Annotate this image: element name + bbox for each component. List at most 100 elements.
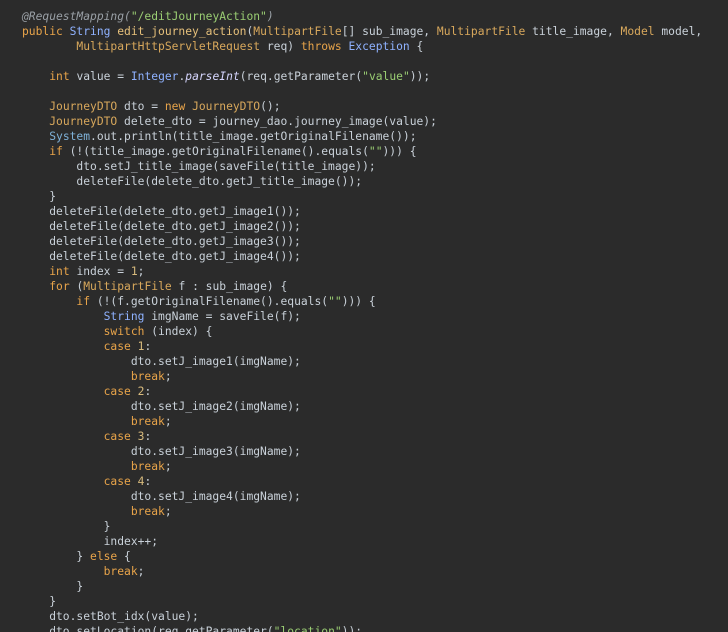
code-token: int <box>49 265 77 278</box>
code-line[interactable]: break; <box>22 459 702 474</box>
code-line[interactable]: deleteFile(delete_dto.getJ_image4()); <box>22 249 702 264</box>
code-line[interactable]: dto.setJ_image4(imgName); <box>22 489 702 504</box>
code-line[interactable]: switch (index) { <box>22 324 702 339</box>
code-token: break <box>130 415 165 428</box>
code-line[interactable]: } <box>22 519 702 534</box>
code-token: imgName = saveFile(f); <box>151 310 301 323</box>
code-line[interactable]: MultipartHttpServletRequest req) throws … <box>22 39 702 54</box>
code-editor[interactable]: @RequestMapping("/editJourneyAction") pub… <box>0 0 728 632</box>
code-token: dto.setJ_image2(imgName); <box>22 400 301 413</box>
code-token: ; <box>164 370 172 383</box>
code-line[interactable]: JourneyDTO dto = new JourneyDTO(); <box>22 99 702 114</box>
code-line[interactable] <box>22 54 702 69</box>
code-line[interactable]: JourneyDTO delete_dto = journey_dao.jour… <box>22 114 702 129</box>
code-line[interactable]: dto.setLocation(req.getParameter("locati… <box>22 624 702 632</box>
code-line[interactable]: } else { <box>22 549 702 564</box>
code-line[interactable]: dto.setJ_title_image(saveFile(title_imag… <box>22 159 702 174</box>
code-token: for <box>49 280 77 293</box>
code-token: if <box>49 145 70 158</box>
code-line[interactable]: dto.setJ_image3(imgName); <box>22 444 702 459</box>
code-token: switch <box>103 325 152 338</box>
code-token: : <box>144 385 152 398</box>
code-line[interactable]: break; <box>22 564 702 579</box>
code-line[interactable]: @RequestMapping("/editJourneyAction") <box>22 9 702 24</box>
code-token: (); <box>260 100 281 113</box>
code-token: break <box>130 460 165 473</box>
code-token: JourneyDTO <box>192 100 261 113</box>
code-token: (!(f.getOriginalFilename().equals( <box>96 295 329 308</box>
code-line[interactable]: break; <box>22 414 702 429</box>
code-token: edit_journey_action <box>117 25 247 38</box>
code-token: } <box>22 190 57 203</box>
code-token: int <box>49 70 77 83</box>
code-line[interactable]: case 3: <box>22 429 702 444</box>
code-line[interactable]: System.out.println(title_image.getOrigin… <box>22 129 702 144</box>
code-token: 1 <box>130 265 138 278</box>
code-token: ; <box>164 505 172 518</box>
code-line[interactable]: String imgName = saveFile(f); <box>22 309 702 324</box>
code-token: dto.setJ_image3(imgName); <box>22 445 301 458</box>
code-token: throws <box>300 40 349 53</box>
code-line[interactable]: dto.setJ_image2(imgName); <box>22 399 702 414</box>
code-token: delete_dto = journey_dao.journey_image(v… <box>124 115 437 128</box>
code-token: deleteFile(delete_dto.getJ_image1()); <box>22 205 301 218</box>
code-line[interactable]: break; <box>22 369 702 384</box>
code-token: : <box>144 340 152 353</box>
code-line[interactable]: int value = Integer.parseInt(req.getPara… <box>22 69 702 84</box>
code-token: break <box>130 505 165 518</box>
code-token: case <box>103 475 138 488</box>
code-line[interactable]: dto.setBot_idx(value); <box>22 609 702 624</box>
code-token: req) <box>266 40 301 53</box>
code-token: deleteFile(delete_dto.getJ_image4()); <box>22 250 301 263</box>
code-token: value = <box>76 70 131 83</box>
code-token: MultipartFile <box>253 25 342 38</box>
code-line[interactable]: if (!(title_image.getOriginalFilename().… <box>22 144 702 159</box>
code-line[interactable]: } <box>22 189 702 204</box>
code-token: : <box>144 430 152 443</box>
code-token: parseInt <box>185 70 240 83</box>
code-line[interactable] <box>22 84 702 99</box>
code-line[interactable]: if (!(f.getOriginalFilename().equals("")… <box>22 294 702 309</box>
code-line[interactable]: for (MultipartFile f : sub_image) { <box>22 279 702 294</box>
code-line[interactable]: case 2: <box>22 384 702 399</box>
code-token: String <box>103 310 152 323</box>
code-token: public <box>22 25 70 38</box>
code-token: deleteFile(delete_dto.getJ_image3()); <box>22 235 301 248</box>
code-line[interactable]: public String edit_journey_action(Multip… <box>22 24 702 39</box>
code-line[interactable]: case 4: <box>22 474 702 489</box>
code-line[interactable]: deleteFile(delete_dto.getJ_image1()); <box>22 204 702 219</box>
code-token: dto.setJ_image4(imgName); <box>22 490 301 503</box>
code-line[interactable]: deleteFile(delete_dto.getJ_image3()); <box>22 234 702 249</box>
code-line[interactable]: dto.setJ_image1(imgName); <box>22 354 702 369</box>
code-line[interactable]: break; <box>22 504 702 519</box>
code-line[interactable]: int index = 1; <box>22 264 702 279</box>
code-token: ))) { <box>341 295 376 308</box>
code-token: f : sub_image) { <box>178 280 288 293</box>
code-line[interactable]: case 1: <box>22 339 702 354</box>
code-token: title_image, <box>532 25 621 38</box>
code-token: break <box>103 565 138 578</box>
code-block[interactable]: @RequestMapping("/editJourneyAction") pub… <box>22 9 702 632</box>
code-line[interactable]: } <box>22 594 702 609</box>
code-line[interactable]: deleteFile(delete_dto.getJ_image2()); <box>22 219 702 234</box>
code-token: "value" <box>362 70 410 83</box>
code-line[interactable]: } <box>22 579 702 594</box>
code-token: } <box>22 550 91 563</box>
code-token: deleteFile(delete_dto.getJ_image2()); <box>22 220 301 233</box>
code-line[interactable]: index++; <box>22 534 702 549</box>
code-token: (req.getParameter( <box>239 70 363 83</box>
code-line[interactable]: deleteFile(delete_dto.getJ_title_image()… <box>22 174 702 189</box>
